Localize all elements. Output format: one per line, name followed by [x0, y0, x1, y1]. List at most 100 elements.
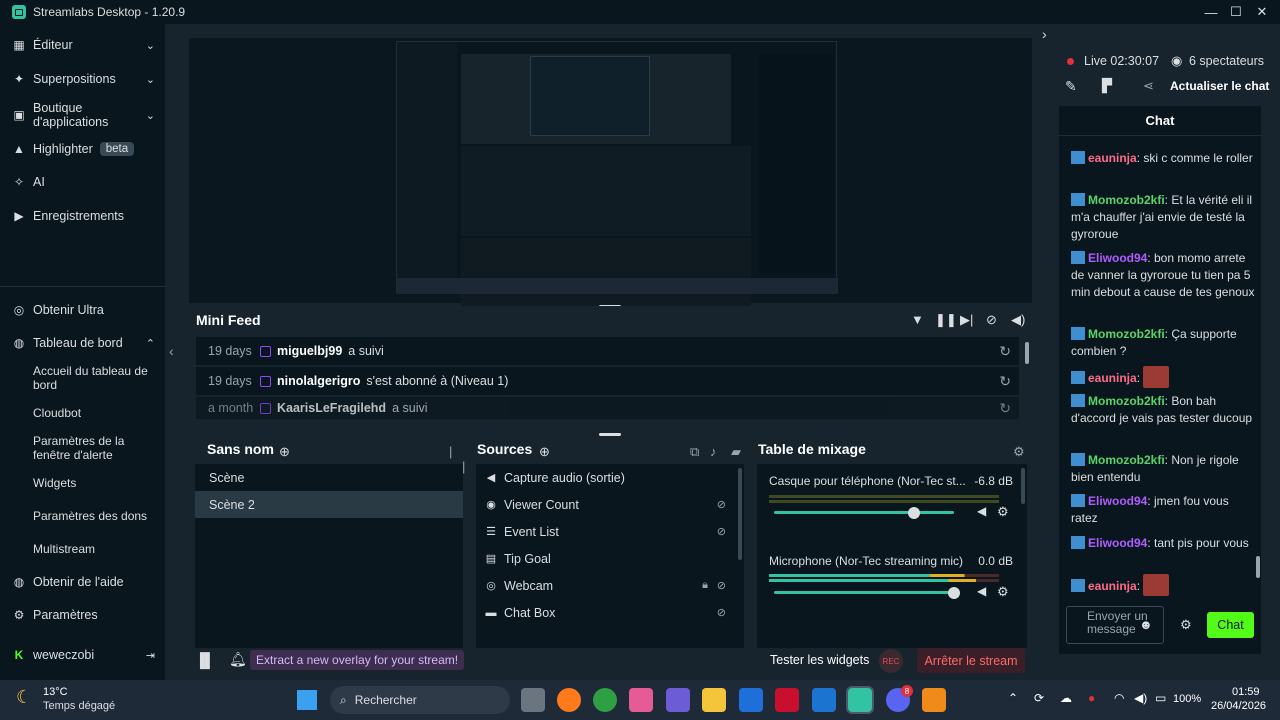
volume-slider-knob[interactable] [908, 506, 921, 519]
sidebar-item-app-store[interactable]: ▣ Boutique d'applications ⌄ [0, 100, 165, 130]
mute-icon[interactable]: ◀ [977, 584, 986, 598]
close-button[interactable]: ✕ [1250, 0, 1274, 24]
pause-icon[interactable]: ❚❚ [935, 312, 957, 328]
chat-user[interactable]: Momozob2kfi [1088, 394, 1165, 408]
sidebar-sub-donation-settings[interactable]: Paramètres des dons [33, 509, 158, 523]
volume-tray-icon[interactable]: ◀) [1134, 691, 1147, 705]
logout-icon[interactable]: ⇥ [146, 649, 155, 662]
sync-icon[interactable]: ⟳ [1034, 691, 1044, 705]
sidebar-item-ultra[interactable]: ◎ Obtenir Ultra [0, 296, 165, 324]
visibility-hidden-icon[interactable]: ⊘ [717, 525, 726, 538]
feed-scrollbar[interactable] [1025, 342, 1029, 364]
sidebar-sub-multistream[interactable]: Multistream [33, 542, 158, 556]
sidebar-sub-alert-settings[interactable]: Paramètres de la fenêtre d'alerte [33, 434, 158, 462]
visibility-hidden-icon[interactable]: ⊘ [717, 606, 726, 619]
outlook-icon[interactable] [812, 688, 836, 712]
volume-icon[interactable]: ◀) [1011, 312, 1025, 328]
chat-user[interactable]: eauninja [1088, 371, 1137, 385]
sidebar-item-highlighter[interactable]: ▲ Highlighter beta [0, 135, 165, 163]
scene-item-selected[interactable]: Scène 2 [195, 491, 463, 518]
sources-scrollbar[interactable] [738, 468, 742, 560]
microphone-icon[interactable]: ● [1088, 691, 1095, 705]
scene-item[interactable]: Scène [195, 464, 463, 491]
replay-icon[interactable]: ↻ [999, 373, 1011, 390]
volume-slider-knob[interactable] [948, 586, 960, 599]
source-item[interactable]: ☰ Event List ⊘ [476, 518, 744, 545]
store-icon[interactable] [629, 688, 653, 712]
add-scene-icon[interactable]: ⊕ [279, 444, 290, 460]
chat-user[interactable]: eauninja [1088, 151, 1137, 165]
stream-preview[interactable] [189, 38, 1032, 306]
channel-settings-icon[interactable]: ⚙ [997, 504, 1009, 520]
source-item[interactable]: ◉ Viewer Count ⊘ [476, 491, 744, 518]
replay-icon[interactable]: ↻ [999, 400, 1011, 417]
add-folder-icon[interactable]: ▰ [731, 444, 741, 460]
chat-user[interactable]: Eliwood94 [1088, 494, 1147, 508]
group-sources-icon[interactable]: ⧉ [690, 444, 699, 460]
sidebar-sub-dashboard-home[interactable]: Accueil du tableau de bord [33, 364, 158, 392]
source-item[interactable]: ◎ Webcam 🔒︎ ⊘ [476, 572, 744, 599]
chat-settings-icon[interactable]: ⚙ [1180, 617, 1192, 633]
channel-settings-icon[interactable]: ⚙ [997, 584, 1009, 600]
visibility-hidden-icon[interactable]: ⊘ [717, 498, 726, 511]
collapse-sidebar-icon[interactable]: ‹ [169, 343, 174, 359]
source-item[interactable]: ▤ Tip Goal [476, 545, 744, 572]
sidebar-item-dashboard[interactable]: ◍ Tableau de bord ⌃ [0, 329, 165, 357]
chat-user[interactable]: Eliwood94 [1088, 536, 1147, 550]
minimize-button[interactable]: — [1199, 0, 1223, 24]
replay-icon[interactable]: ↻ [999, 343, 1011, 360]
mute-alerts-icon[interactable]: ⊘ [986, 312, 997, 328]
share-icon[interactable]: ⋖ [1143, 78, 1154, 94]
mcafee-icon[interactable] [775, 688, 799, 712]
volume-slider[interactable] [774, 506, 954, 519]
source-item[interactable]: ◀ Capture audio (sortie) [476, 464, 744, 491]
copilot-icon[interactable] [666, 688, 690, 712]
chat-user[interactable]: Momozob2kfi [1088, 453, 1165, 467]
maximize-button[interactable]: ☐ [1224, 0, 1248, 24]
record-button[interactable]: REC [879, 649, 903, 673]
add-source-icon[interactable]: ⊕ [539, 444, 550, 460]
mute-icon[interactable]: ◀ [977, 504, 986, 518]
emoji-icon[interactable]: ☻ [1139, 617, 1153, 632]
weather-temp[interactable]: 13°C [43, 686, 68, 698]
notification-icon[interactable]: 🔔︎ [229, 651, 247, 668]
chat-user[interactable]: Momozob2kfi [1088, 327, 1165, 341]
sidebar-sub-cloudbot[interactable]: Cloudbot [33, 406, 158, 420]
clock-date[interactable]: 26/04/2026 [1211, 700, 1266, 712]
mixer-scrollbar[interactable] [1021, 468, 1025, 504]
task-view-icon[interactable] [521, 688, 545, 712]
extract-overlay-banner[interactable]: Extract a new overlay for your stream! [250, 650, 465, 670]
source-item[interactable]: ▬ Chat Box ⊘ [476, 599, 744, 626]
resize-handle[interactable] [599, 433, 621, 436]
filter-icon[interactable]: ▼ [911, 312, 924, 327]
audio-settings-icon[interactable]: ♪ [710, 444, 717, 459]
volume-slider[interactable] [774, 586, 960, 599]
sidebar-item-overlays[interactable]: ✦ Superpositions ⌄ [0, 65, 165, 93]
wifi-icon[interactable]: ◠ [1114, 691, 1124, 705]
send-chat-button[interactable]: Chat [1207, 612, 1254, 638]
chat-scrollbar[interactable] [1256, 556, 1260, 578]
edit-stream-info-icon[interactable]: ✎ [1065, 78, 1077, 95]
stop-stream-button[interactable]: Arrêter le stream [917, 648, 1025, 673]
lock-icon[interactable]: 🔒︎ [702, 579, 708, 592]
windows-start-icon[interactable] [297, 690, 317, 710]
vscode-icon[interactable] [739, 688, 763, 712]
sidebar-item-help[interactable]: ◍ Obtenir de l'aide [0, 568, 165, 596]
performance-icon[interactable]: ▐▌ [195, 652, 215, 668]
firefox-icon[interactable] [557, 688, 581, 712]
chat-user[interactable]: eauninja [1088, 579, 1137, 593]
mixer-settings-icon[interactable]: ⚙ [1013, 444, 1025, 460]
taskbar-search[interactable]: ⌕ Rechercher [330, 686, 510, 714]
visibility-hidden-icon[interactable]: ⊘ [717, 579, 726, 592]
skip-icon[interactable]: ▶| [960, 312, 973, 328]
sidebar-sub-widgets[interactable]: Widgets [33, 476, 158, 490]
tray-chevron-icon[interactable]: ⌃ [1008, 691, 1018, 705]
xbox-icon[interactable] [593, 688, 617, 712]
sidebar-item-settings[interactable]: ⚙ Paramètres [0, 601, 165, 629]
clock-time[interactable]: 01:59 [1232, 686, 1260, 698]
battery-icon[interactable]: ▭ [1155, 691, 1166, 705]
weather-desc[interactable]: Temps dégagé [43, 700, 115, 712]
chat-user[interactable]: Eliwood94 [1088, 251, 1147, 265]
chat-user[interactable]: Momozob2kfi [1088, 193, 1165, 207]
onedrive-icon[interactable]: ☁ [1060, 691, 1072, 705]
